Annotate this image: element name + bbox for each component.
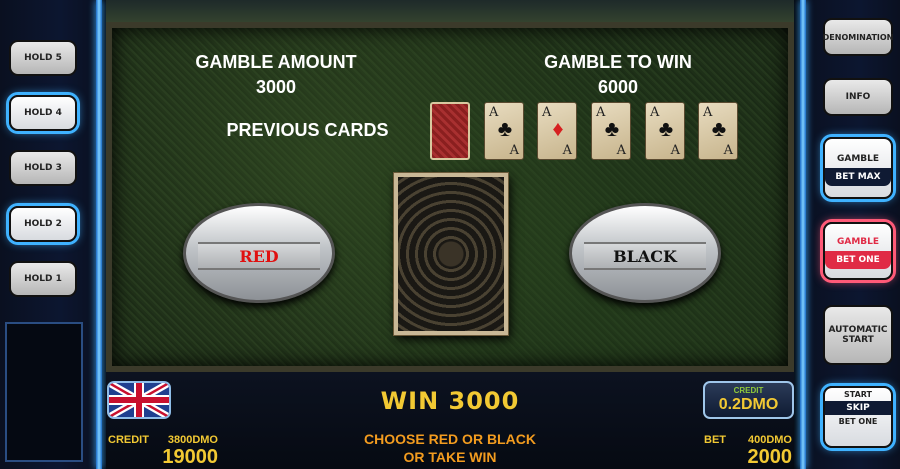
language-flag-button[interactable] — [107, 381, 171, 419]
gamble-bet-one-button[interactable]: GAMBLE BET ONE — [823, 222, 893, 280]
hold-4-button[interactable]: HOLD 4 — [9, 95, 77, 131]
left-blank-display — [5, 322, 83, 462]
previous-card: A ♦ A — [537, 102, 577, 160]
denomination-display[interactable]: CREDIT 0.2DMO — [703, 381, 794, 419]
previous-card: A ♣ A — [698, 102, 738, 160]
card-rank-bottom: A — [616, 143, 626, 158]
red-button-label: RED — [198, 242, 320, 270]
instruction-line-1: CHOOSE RED OR BLACK — [364, 431, 536, 447]
credit-display: CREDIT 3800DMO 19000 — [106, 432, 220, 469]
bet-display: BET 400DMO 2000 — [702, 432, 794, 469]
black-button-label: BLACK — [584, 242, 706, 270]
credit-dmo: 3800DMO — [167, 434, 218, 446]
gamble-card-back — [394, 173, 508, 335]
credit-label: CREDIT — [108, 434, 149, 446]
automatic-start-button[interactable]: AUTOMATIC START — [823, 305, 893, 365]
info-button[interactable]: INFO — [823, 78, 893, 116]
denom-value: 0.2DMO — [718, 396, 779, 413]
bet-label: BET — [704, 434, 726, 446]
previous-card: A ♣ A — [484, 102, 524, 160]
hold-3-label: HOLD 3 — [24, 163, 62, 173]
previous-card-back — [430, 102, 470, 160]
right-neon-divider — [800, 0, 806, 469]
hold-3-button[interactable]: HOLD 3 — [9, 150, 77, 186]
hold-5-button[interactable]: HOLD 5 — [9, 40, 77, 76]
top-decor-strip — [106, 0, 794, 22]
bet-one-label: BET ONE — [825, 251, 891, 269]
previous-card: A ♣ A — [645, 102, 685, 160]
previous-cards-label: PREVIOUS CARDS — [226, 120, 389, 140]
bet-max-label: BET MAX — [825, 168, 891, 186]
bet-one-bottom-label: BET ONE — [838, 417, 878, 426]
previous-card: A ♣ A — [591, 102, 631, 160]
card-rank-bottom: A — [509, 143, 519, 158]
gamble-bet-max-button[interactable]: GAMBLE BET MAX — [823, 137, 893, 199]
denomination-label: DENOMINATION — [822, 32, 894, 42]
card-rank-bottom: A — [723, 143, 733, 158]
uk-flag-icon — [109, 383, 169, 417]
hold-4-label: HOLD 4 — [24, 108, 62, 118]
club-icon: ♣ — [497, 116, 513, 141]
automatic-label: AUTOMATIC — [828, 325, 888, 335]
gamble-to-win-value: 6000 — [597, 77, 639, 97]
gamble-label: GAMBLE — [836, 154, 880, 164]
start-skip-button[interactable]: START SKIP BET ONE — [823, 386, 893, 448]
info-label: INFO — [845, 92, 871, 102]
hold-1-button[interactable]: HOLD 1 — [9, 261, 77, 297]
start-label: START — [843, 390, 873, 399]
black-button[interactable]: BLACK — [569, 203, 721, 303]
left-neon-divider — [96, 0, 102, 469]
automatic-start-label: START — [842, 335, 874, 345]
win-text: WIN 3000 — [380, 387, 520, 415]
denomination-button[interactable]: DENOMINATION — [823, 18, 893, 56]
denom-credit-label: CREDIT — [733, 386, 764, 395]
bet-value: 2000 — [747, 446, 793, 468]
gamble-amount-value: 3000 — [255, 77, 297, 97]
gamble-to-win-label: GAMBLE TO WIN — [544, 52, 692, 72]
hold-2-button[interactable]: HOLD 2 — [9, 206, 77, 242]
card-rank-bottom: A — [562, 143, 572, 158]
hold-5-label: HOLD 5 — [24, 53, 62, 63]
instruction-line-2: OR TAKE WIN — [403, 449, 497, 465]
club-icon: ♣ — [658, 116, 674, 141]
card-rank-bottom: A — [670, 143, 680, 158]
bet-dmo: 400DMO — [747, 434, 792, 446]
gamble-red-label: GAMBLE — [836, 237, 880, 247]
club-icon: ♣ — [604, 116, 620, 141]
credit-value: 19000 — [162, 446, 218, 468]
gamble-amount-label: GAMBLE AMOUNT — [195, 52, 357, 72]
red-button[interactable]: RED — [183, 203, 335, 303]
club-icon: ♣ — [711, 116, 727, 141]
hold-2-label: HOLD 2 — [24, 219, 62, 229]
diamond-icon: ♦ — [552, 116, 564, 141]
skip-label: SKIP — [825, 401, 891, 415]
hold-1-label: HOLD 1 — [24, 274, 62, 284]
